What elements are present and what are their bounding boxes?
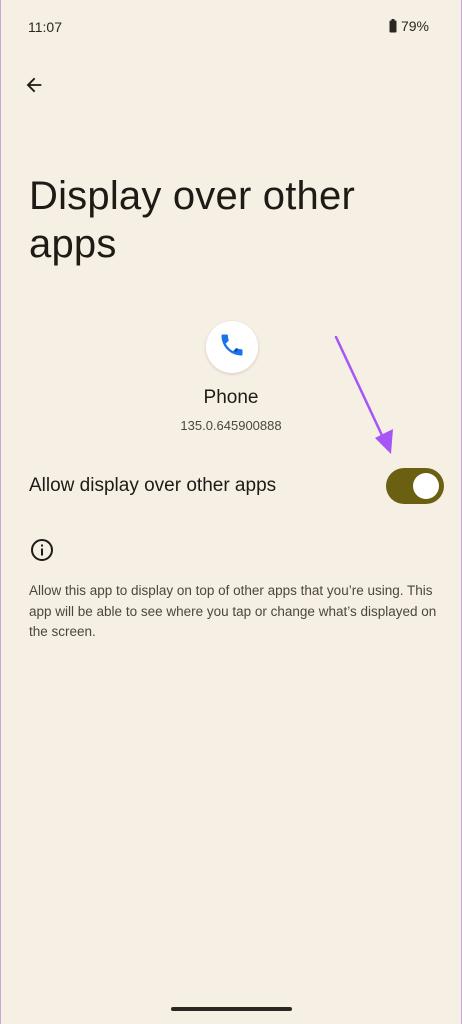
allow-display-toggle[interactable] [386,468,444,504]
status-time: 11:07 [28,19,62,35]
arrow-annotation-icon [331,334,401,458]
back-button[interactable] [15,68,53,106]
info-description: Allow this app to display on top of othe… [29,583,437,639]
battery-icon [389,19,397,33]
page-title: Display over other apps [29,174,355,266]
info-icon [30,538,54,562]
battery-percent: 79% [400,18,429,34]
arrow-left-icon [23,74,45,101]
allow-display-label: Allow display over other apps [29,475,277,496]
toggle-thumb [413,473,439,499]
status-bar: 11:07 79% [1,0,461,56]
gesture-nav-handle[interactable] [171,1007,292,1011]
app-icon [206,321,258,373]
allow-display-row[interactable]: Allow display over other apps [1,462,461,510]
phone-icon [218,331,246,364]
status-indicators: 79% [389,18,429,34]
